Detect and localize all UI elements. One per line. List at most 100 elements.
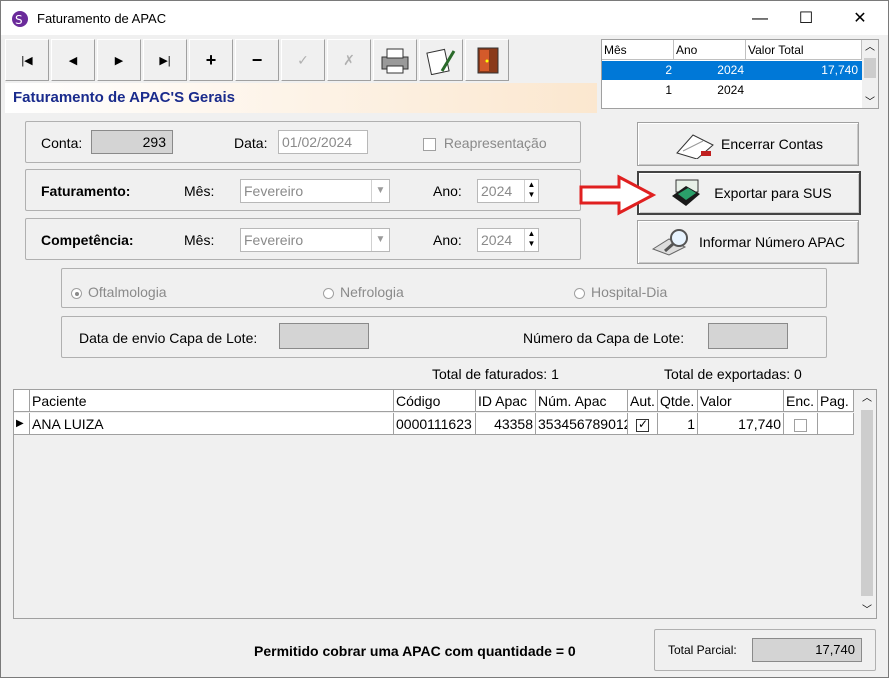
data-label: Data: bbox=[234, 135, 268, 151]
magnifier-icon bbox=[651, 229, 688, 256]
scroll-up-icon[interactable]: ︿ bbox=[858, 390, 876, 408]
radio-selected-icon[interactable] bbox=[71, 287, 82, 299]
plus-icon: + bbox=[205, 49, 217, 70]
annotation-arrow-icon bbox=[579, 174, 657, 216]
cell-id-apac[interactable]: 43358 bbox=[476, 413, 536, 435]
last-record-button[interactable]: ▶| bbox=[143, 39, 187, 81]
col-paciente[interactable]: Paciente bbox=[30, 390, 394, 412]
oftalmologia-label: Oftalmologia bbox=[88, 284, 167, 300]
cell-num-apac[interactable]: 353456789012 bbox=[536, 413, 628, 435]
col-pag[interactable]: Pag. bbox=[818, 390, 854, 412]
oftalmologia-radio[interactable]: Oftalmologia bbox=[71, 284, 167, 300]
informar-numero-apac-button[interactable]: Informar Número APAC bbox=[637, 220, 859, 264]
radio-icon[interactable] bbox=[574, 287, 585, 299]
close-button[interactable]: ✕ bbox=[837, 7, 883, 31]
total-parcial-field[interactable]: 17,740 bbox=[752, 638, 862, 662]
col-codigo[interactable]: Código bbox=[394, 390, 476, 412]
col-aut[interactable]: Aut. bbox=[628, 390, 658, 412]
insert-record-button[interactable]: + bbox=[189, 39, 233, 81]
spin-arrows-icon[interactable]: ▲ ▼ bbox=[524, 180, 538, 202]
col-qtde[interactable]: Qtde. bbox=[658, 390, 698, 412]
report-button[interactable] bbox=[419, 39, 463, 81]
chevron-down-icon[interactable]: ▼ bbox=[371, 229, 389, 251]
faturamento-mes-select[interactable]: Fevereiro ▼ bbox=[240, 179, 390, 203]
indicator-header bbox=[14, 390, 30, 412]
form-header: Faturamento de APAC'S Gerais bbox=[5, 83, 597, 113]
data-envio-field[interactable] bbox=[279, 323, 369, 349]
scroll-up-icon[interactable]: ︿ bbox=[862, 40, 878, 56]
next-record-button[interactable]: ▶ bbox=[97, 39, 141, 81]
cell-qtde[interactable]: 1 bbox=[658, 413, 698, 435]
encerrar-contas-button[interactable]: Encerrar Contas bbox=[637, 122, 859, 166]
export-card-icon bbox=[672, 179, 701, 206]
cell-paciente[interactable]: ANA LUIZA bbox=[30, 413, 394, 435]
maximize-button[interactable]: ☐ bbox=[783, 7, 829, 31]
cell-aut[interactable] bbox=[628, 413, 658, 435]
periods-scrollbar[interactable]: ︿ ﹀ bbox=[862, 40, 878, 108]
periods-col-mes: Mês bbox=[602, 40, 674, 60]
minimize-button[interactable]: — bbox=[737, 7, 783, 31]
app-icon: S bbox=[12, 11, 28, 27]
cell-pag[interactable] bbox=[818, 413, 854, 435]
faturamento-ano-spinner[interactable]: 2024 ▲ ▼ bbox=[477, 179, 539, 203]
scroll-down-icon[interactable]: ﹀ bbox=[858, 601, 876, 616]
nefrologia-radio[interactable]: Nefrologia bbox=[323, 284, 404, 300]
faturamento-mes-value: Fevereiro bbox=[244, 183, 304, 199]
aut-checkbox[interactable] bbox=[636, 417, 649, 432]
prior-icon: ◀ bbox=[68, 54, 78, 67]
close-accounts-icon bbox=[676, 134, 714, 159]
data-field[interactable]: 01/02/2024 bbox=[278, 130, 368, 154]
numero-capa-field[interactable] bbox=[708, 323, 788, 349]
prior-record-button[interactable]: ◀ bbox=[51, 39, 95, 81]
apac-grid[interactable]: Paciente Código ID Apac Núm. Apac Aut. Q… bbox=[13, 389, 877, 619]
hospital-dia-label: Hospital-Dia bbox=[591, 284, 668, 300]
footer-message: Permitido cobrar uma APAC com quantidade… bbox=[254, 643, 576, 659]
exportar-sus-button[interactable]: Exportar para SUS bbox=[637, 171, 861, 215]
periods-col-valor: Valor Total bbox=[746, 40, 862, 60]
window-title: Faturamento de APAC bbox=[37, 11, 167, 26]
form-title: Faturamento de APAC'S Gerais bbox=[13, 89, 235, 106]
scroll-down-icon[interactable]: ﹀ bbox=[862, 93, 878, 108]
competencia-mes-value: Fevereiro bbox=[244, 232, 304, 248]
cell-valor[interactable]: 17,740 bbox=[698, 413, 784, 435]
grid-scrollbar[interactable]: ︿ ﹀ bbox=[858, 390, 876, 618]
encerrar-contas-label: Encerrar Contas bbox=[721, 136, 823, 152]
exit-button[interactable] bbox=[465, 39, 509, 81]
conta-field[interactable]: 293 bbox=[91, 130, 173, 154]
col-enc[interactable]: Enc. bbox=[784, 390, 818, 412]
conta-label: Conta: bbox=[41, 135, 83, 151]
periods-grid[interactable]: Mês Ano Valor Total 2 2024 17,740 1 2024… bbox=[601, 39, 879, 109]
post-button[interactable]: ✓ bbox=[281, 39, 325, 81]
delete-record-button[interactable]: − bbox=[235, 39, 279, 81]
reapresentacao-checkbox[interactable]: Reapresentação bbox=[423, 135, 547, 151]
cell-codigo[interactable]: 0000111623 bbox=[394, 413, 476, 435]
spin-arrows-icon[interactable]: ▲ ▼ bbox=[524, 229, 538, 251]
competencia-mes-select[interactable]: Fevereiro ▼ bbox=[240, 228, 390, 252]
periods-row[interactable]: 1 2024 bbox=[602, 81, 862, 100]
minus-icon: − bbox=[251, 49, 263, 70]
col-id-apac[interactable]: ID Apac bbox=[476, 390, 536, 412]
scroll-thumb[interactable] bbox=[864, 58, 876, 78]
main-window: S Faturamento de APAC — ☐ ✕ |◀ ◀ ▶ ▶| + … bbox=[0, 0, 889, 678]
nefrologia-label: Nefrologia bbox=[340, 284, 404, 300]
cell-enc[interactable] bbox=[784, 413, 818, 435]
competencia-mes-label: Mês: bbox=[184, 232, 215, 248]
print-button[interactable] bbox=[373, 39, 417, 81]
reapresentacao-check-box[interactable] bbox=[423, 137, 436, 151]
periods-row[interactable]: 2 2024 17,740 bbox=[602, 61, 862, 80]
chevron-down-icon[interactable]: ▼ bbox=[371, 180, 389, 202]
scroll-thumb[interactable] bbox=[861, 410, 873, 596]
competencia-label: Competência: bbox=[41, 232, 134, 248]
last-icon: ▶| bbox=[159, 54, 171, 67]
faturamento-label: Faturamento: bbox=[41, 183, 131, 199]
enc-checkbox[interactable] bbox=[794, 418, 807, 432]
first-icon: |◀ bbox=[21, 54, 33, 67]
first-record-button[interactable]: |◀ bbox=[5, 39, 49, 81]
col-num-apac[interactable]: Núm. Apac bbox=[536, 390, 628, 412]
radio-icon[interactable] bbox=[323, 287, 334, 299]
competencia-ano-spinner[interactable]: 2024 ▲ ▼ bbox=[477, 228, 539, 252]
hospital-dia-radio[interactable]: Hospital-Dia bbox=[574, 284, 667, 300]
faturamento-ano-label: Ano: bbox=[433, 183, 462, 199]
col-valor[interactable]: Valor bbox=[698, 390, 784, 412]
cancel-edit-button[interactable]: ✗ bbox=[327, 39, 371, 81]
